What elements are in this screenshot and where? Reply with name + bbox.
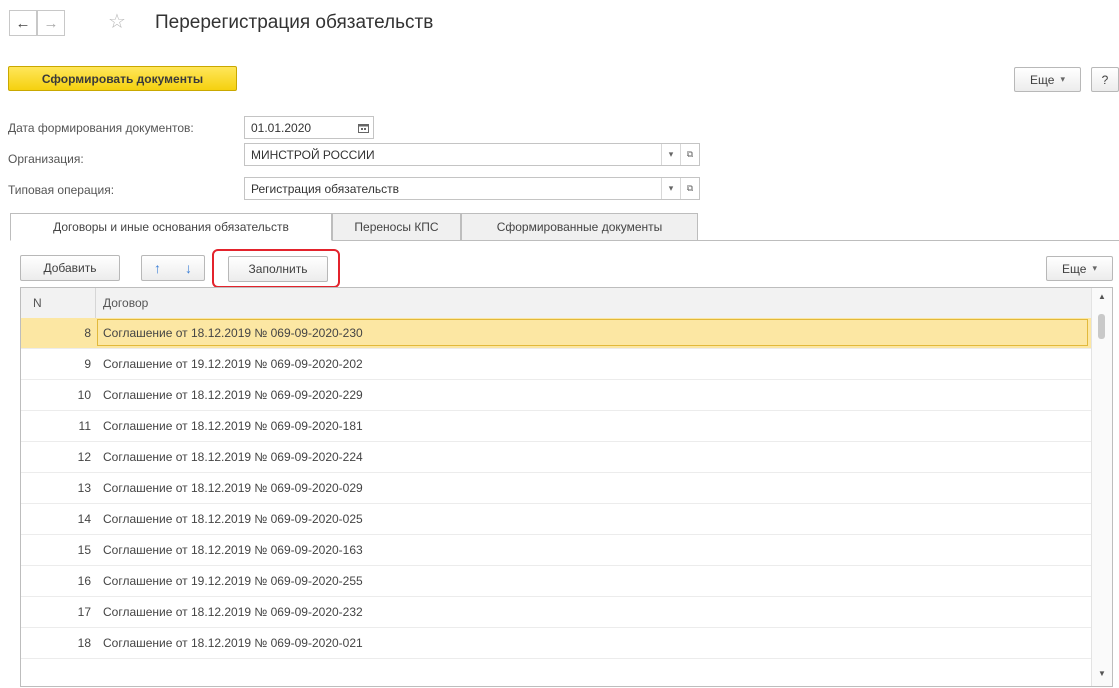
row-number: 14 (77, 512, 91, 526)
row-contract: Соглашение от 18.12.2019 № 069-09-2020-1… (103, 419, 363, 433)
row-contract: Соглашение от 18.12.2019 № 069-09-2020-2… (103, 326, 363, 340)
row-number: 16 (77, 574, 91, 588)
table-row[interactable]: 13 Соглашение от 18.12.2019 № 069-09-2020… (21, 473, 1093, 504)
row-contract: Соглашение от 19.12.2019 № 069-09-2020-2… (103, 357, 363, 371)
favorite-star-icon[interactable]: ☆ (108, 9, 126, 34)
row-contract: Соглашение от 19.12.2019 № 069-09-2020-2… (103, 574, 363, 588)
tab-generated-documents-label: Сформированные документы (496, 220, 663, 234)
table-row[interactable]: 18 Соглашение от 18.12.2019 № 069-09-2020… (21, 628, 1093, 659)
table-row[interactable]: 11 Соглашение от 18.12.2019 № 069-09-2020… (21, 411, 1093, 442)
add-label: Добавить (43, 261, 97, 275)
row-contract: Соглашение от 18.12.2019 № 069-09-2020-1… (103, 543, 363, 557)
vertical-scrollbar[interactable]: ▲ ▼ (1091, 288, 1112, 686)
date-value: 01.01.2020 (251, 120, 312, 135)
row-number: 13 (77, 481, 91, 495)
operation-label: Типовая операция: (8, 183, 115, 197)
help-button[interactable]: ? (1091, 67, 1119, 92)
row-number: 12 (77, 450, 91, 464)
row-number: 18 (77, 636, 91, 650)
table-row[interactable]: 16 Соглашение от 19.12.2019 № 069-09-2020… (21, 566, 1093, 597)
row-contract: Соглашение от 18.12.2019 № 069-09-2020-2… (103, 388, 363, 402)
row-number: 15 (77, 543, 91, 557)
column-header-contract[interactable]: Договор (103, 296, 148, 310)
arrow-down-icon[interactable]: ↓ (185, 260, 192, 276)
table-row[interactable]: 9 Соглашение от 19.12.2019 № 069-09-2020-… (21, 349, 1093, 380)
column-header-n[interactable]: N (33, 296, 42, 310)
row-contract: Соглашение от 18.12.2019 № 069-09-2020-0… (103, 636, 363, 650)
organization-field[interactable]: МИНСТРОЙ РОССИИ ▾ ⧉ (244, 143, 700, 166)
tab-generated-documents[interactable]: Сформированные документы (461, 213, 698, 241)
back-button[interactable]: ← (9, 10, 37, 36)
row-number: 10 (77, 388, 91, 402)
operation-field[interactable]: Регистрация обязательств ▾ ⧉ (244, 177, 700, 200)
table-row[interactable]: 17 Соглашение от 18.12.2019 № 069-09-2020… (21, 597, 1093, 628)
table-row[interactable]: 15 Соглашение от 18.12.2019 № 069-09-2020… (21, 535, 1093, 566)
chevron-down-icon: ▾ (1092, 263, 1097, 273)
date-label: Дата формирования документов: (8, 121, 194, 135)
row-contract: Соглашение от 18.12.2019 № 069-09-2020-2… (103, 450, 363, 464)
forward-button[interactable]: → (37, 10, 65, 36)
scroll-down-icon[interactable]: ▼ (1098, 669, 1106, 678)
arrow-up-icon[interactable]: ↑ (154, 260, 161, 276)
move-buttons: ↑ ↓ (141, 255, 205, 281)
date-field[interactable]: 01.01.2020 (244, 116, 374, 139)
tab-contracts-label: Договоры и иные основания обязательств (53, 220, 289, 234)
tab-contracts[interactable]: Договоры и иные основания обязательств (10, 213, 332, 241)
help-label: ? (1101, 72, 1109, 87)
table-row[interactable]: 8 Соглашение от 18.12.2019 № 069-09-2020-… (21, 318, 1093, 349)
more-label: Еще (1030, 72, 1055, 87)
row-contract: Соглашение от 18.12.2019 № 069-09-2020-2… (103, 605, 363, 619)
dropdown-icon[interactable]: ▾ (661, 178, 680, 199)
tab-kps-transfers-label: Переносы КПС (354, 220, 439, 234)
row-contract: Соглашение от 18.12.2019 № 069-09-2020-0… (103, 512, 363, 526)
scroll-up-icon[interactable]: ▲ (1098, 292, 1106, 301)
page-title: Перерегистрация обязательств (155, 12, 434, 33)
scroll-thumb[interactable] (1098, 314, 1105, 339)
row-number: 9 (84, 357, 91, 371)
table-row[interactable]: 12 Соглашение от 18.12.2019 № 069-09-2020… (21, 442, 1093, 473)
generate-documents-button[interactable]: Сформировать документы (8, 66, 237, 91)
operation-value: Регистрация обязательств (251, 181, 399, 196)
table-more-button[interactable]: Еще ▾ (1046, 256, 1113, 281)
forward-arrow-icon: → (43, 14, 59, 32)
fill-button-highlight (212, 249, 340, 288)
organization-label: Организация: (8, 152, 84, 166)
table-more-label: Еще (1062, 261, 1087, 276)
table-header: N Договор (21, 288, 1093, 319)
dropdown-icon[interactable]: ▾ (661, 144, 680, 165)
row-contract: Соглашение от 18.12.2019 № 069-09-2020-0… (103, 481, 363, 495)
calendar-icon[interactable] (354, 117, 373, 138)
open-link-icon[interactable]: ⧉ (680, 144, 699, 165)
row-number: 8 (84, 326, 91, 340)
table-row[interactable]: 14 Соглашение от 18.12.2019 № 069-09-2020… (21, 504, 1093, 535)
table-row[interactable]: 10 Соглашение от 18.12.2019 № 069-09-2020… (21, 380, 1093, 411)
organization-value: МИНСТРОЙ РОССИИ (251, 147, 375, 162)
add-button[interactable]: Добавить (20, 255, 120, 281)
generate-documents-label: Сформировать документы (41, 71, 204, 86)
chevron-down-icon: ▾ (1060, 74, 1065, 84)
tab-kps-transfers[interactable]: Переносы КПС (332, 213, 461, 241)
row-number: 17 (77, 605, 91, 619)
more-button[interactable]: Еще ▾ (1014, 67, 1081, 92)
contracts-table[interactable]: N Договор 8 Соглашение от 18.12.2019 № 06… (20, 287, 1113, 687)
back-arrow-icon: ← (15, 14, 31, 32)
open-link-icon[interactable]: ⧉ (680, 178, 699, 199)
row-number: 11 (78, 419, 91, 433)
